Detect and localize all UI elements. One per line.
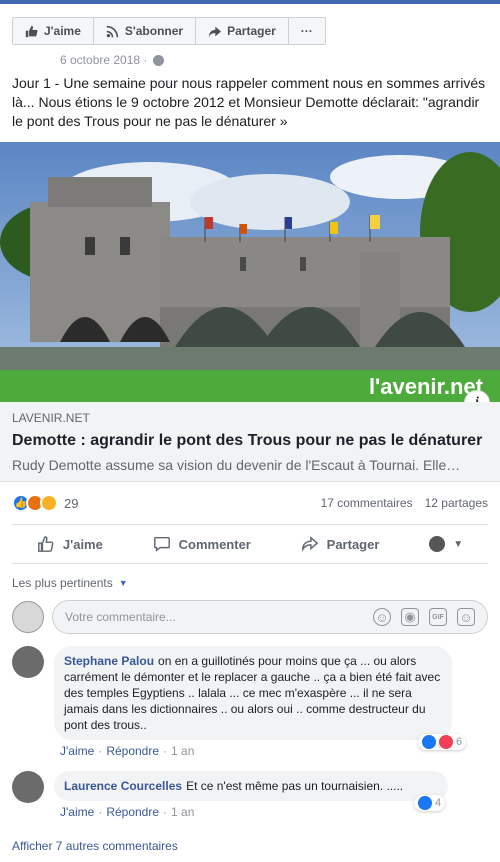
comment-like-link[interactable]: J'aime (60, 744, 94, 758)
like-action-button[interactable]: J'aime (37, 535, 103, 553)
comments-count[interactable]: 17 commentaires (321, 496, 413, 510)
comment-reaction-count: 6 (456, 736, 463, 748)
comment-composer: ☺ ◉ GIF ☺ (12, 600, 488, 634)
like-icon (418, 796, 432, 810)
comment-meta: J'aime · Répondre · 1 an (60, 744, 194, 758)
comment-field[interactable]: ☺ ◉ GIF ☺ (52, 600, 488, 634)
emoji-icon[interactable]: ☺ (373, 608, 391, 626)
gif-icon[interactable]: GIF (429, 608, 447, 626)
engagement-counts: 17 commentaires 12 partages (321, 496, 488, 510)
comment-reaction-count: 4 (435, 797, 442, 809)
comment-like-link[interactable]: J'aime (60, 805, 94, 819)
page-like-button[interactable]: J'aime (13, 18, 94, 44)
sticker-icon[interactable]: ☺ (457, 608, 475, 626)
thumbs-up-outline-icon (37, 536, 54, 552)
profile-avatar (429, 536, 446, 552)
speech-bubble-icon (153, 536, 170, 552)
share-action-label: Partager (326, 536, 380, 552)
page-toolbar: J'aime S'abonner Partager ··· (12, 17, 326, 45)
comment-sort-selector[interactable]: Les plus pertinents ▼ (12, 576, 128, 590)
comment-bubble: Stephane Palou on en a guillotinés pour m… (54, 646, 452, 740)
reaction-count: 29 (64, 495, 79, 511)
link-preview-image[interactable]: l'avenir.net (0, 142, 500, 402)
link-domain: LAVENIR.NET (12, 411, 90, 425)
comment-reply-link[interactable]: Répondre (106, 744, 159, 758)
link-title[interactable]: Demotte : agrandir le pont des Trous pou… (12, 432, 488, 450)
comment-action-button[interactable]: Commenter (153, 535, 251, 553)
share-action-button[interactable]: Partager (301, 535, 380, 553)
chevron-down-icon: ▼ (453, 538, 464, 550)
comment-author[interactable]: Laurence Courcelles (64, 779, 182, 793)
more-options-button[interactable]: ··· (289, 18, 325, 44)
separator-dot: · (98, 744, 103, 758)
thumbs-up-icon (25, 25, 38, 37)
comment-reactions[interactable]: 6 (418, 734, 467, 750)
commenter-avatar[interactable] (12, 646, 44, 678)
post-date: 6 octobre 2018 · (60, 53, 165, 67)
reactions-row: 👍 29 17 commentaires 12 partages (12, 493, 488, 513)
link-meta[interactable]: LAVENIR.NET Demotte : agrandir le pont d… (0, 402, 500, 482)
comment-reactions[interactable]: 4 (414, 795, 446, 811)
comment-bubble: Laurence Courcelles Et ce n'est même pas … (54, 771, 448, 801)
show-more-comments-link[interactable]: Afficher 7 autres commentaires (12, 839, 178, 853)
separator-dot: · (98, 805, 103, 819)
comment-time[interactable]: 1 an (171, 805, 194, 819)
sad-icon (40, 494, 58, 512)
composer-icons: ☺ ◉ GIF ☺ (373, 608, 475, 626)
camera-icon[interactable]: ◉ (401, 608, 419, 626)
comment-time[interactable]: 1 an (171, 744, 194, 758)
post-action-bar: J'aime Commenter Partager ▼ (12, 524, 488, 564)
reaction-summary[interactable]: 👍 29 (12, 494, 78, 512)
like-action-label: J'aime (62, 536, 103, 552)
caret-down-icon: ▼ (118, 578, 128, 588)
link-description: Rudy Demotte assume sa vision du devenir… (12, 457, 461, 473)
comment-input[interactable] (65, 610, 265, 624)
post-as-selector[interactable]: ▼ (429, 536, 463, 552)
separator-dot: · (163, 744, 168, 758)
comment-text: Et ce n'est même pas un tournaisien. ...… (186, 779, 404, 793)
more-dots-icon: ··· (300, 24, 313, 38)
comment-action-label: Commenter (178, 536, 251, 552)
commenter-avatar[interactable] (12, 771, 44, 803)
post-text: Jour 1 - Une semaine pour nous rappeler … (12, 75, 486, 129)
page-like-label: J'aime (44, 24, 81, 38)
comment-meta: J'aime · Répondre · 1 an (60, 805, 194, 819)
share-arrow-icon (208, 26, 222, 37)
rss-icon (106, 25, 119, 37)
shares-count[interactable]: 12 partages (425, 496, 488, 510)
post-date-text[interactable]: 6 octobre 2018 · (60, 53, 147, 67)
separator-dot: · (163, 805, 168, 819)
comment-author[interactable]: Stephane Palou (64, 654, 154, 668)
share-outline-icon (301, 536, 318, 552)
comment-reply-link[interactable]: Répondre (106, 805, 159, 819)
page-share-button[interactable]: Partager (196, 18, 289, 44)
page-share-label: Partager (227, 24, 276, 38)
love-icon (439, 735, 453, 749)
subscribe-label: S'abonner (124, 24, 184, 38)
pont-des-trous-photo: l'avenir.net (0, 142, 500, 402)
sort-label: Les plus pertinents (12, 576, 113, 590)
globe-icon (153, 54, 165, 66)
subscribe-button[interactable]: S'abonner (94, 18, 197, 44)
top-bar (0, 0, 500, 4)
like-icon (422, 735, 436, 749)
user-avatar (12, 601, 44, 633)
